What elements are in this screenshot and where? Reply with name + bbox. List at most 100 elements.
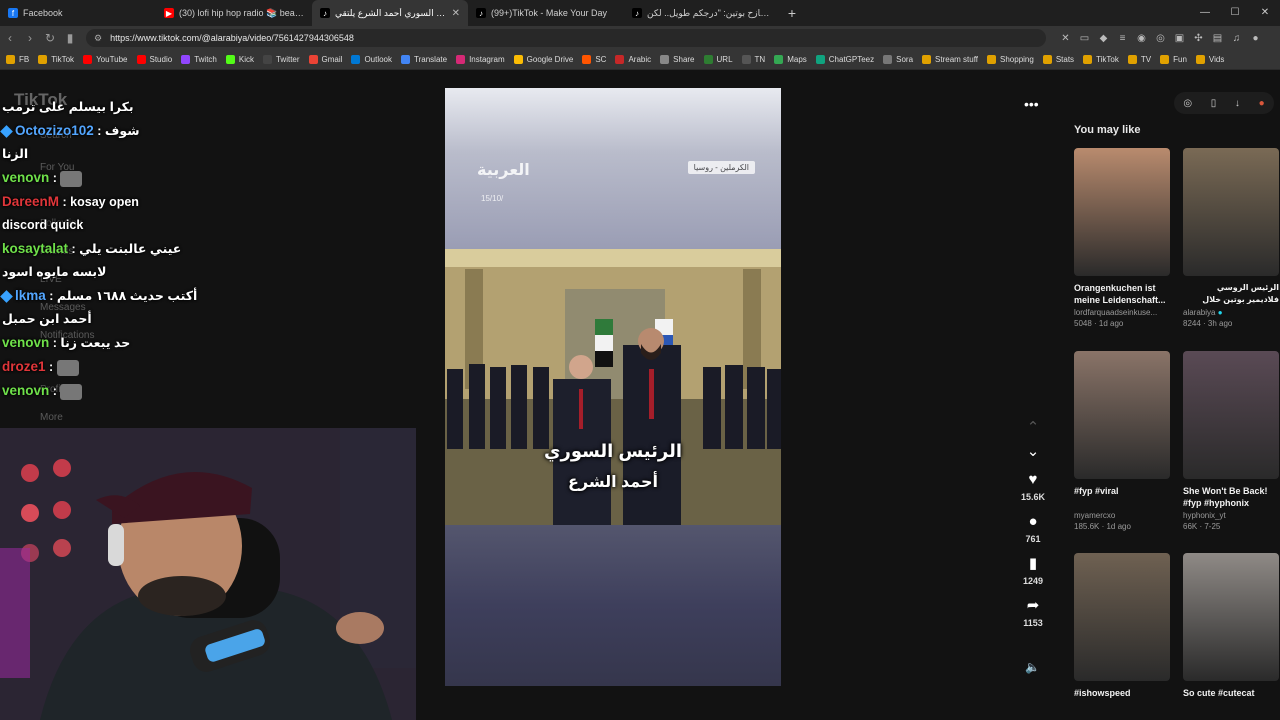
cast-icon[interactable]: ▭	[1075, 33, 1094, 44]
bookmark-item[interactable]: YouTube	[83, 55, 128, 64]
scroll-up-button[interactable]: ⌃	[1012, 420, 1054, 436]
bookmark-item[interactable]: Instagram	[456, 55, 505, 64]
card-user[interactable]: myamercxo	[1074, 511, 1170, 520]
sidebar-icon[interactable]: ▤	[1208, 33, 1227, 44]
forward-icon[interactable]: ›	[20, 31, 40, 45]
bookmark-favicon-icon	[1042, 55, 1052, 64]
close-window-icon[interactable]: ✕	[1250, 0, 1280, 26]
recommended-card[interactable]: She Won't Be Back! #fyp #hyphonix hyphon…	[1183, 351, 1279, 531]
brave-shield-icon[interactable]: ◆	[1094, 33, 1113, 44]
close-tab-icon[interactable]: ✕	[452, 8, 460, 19]
card-user[interactable]: hyphonix_yt	[1183, 511, 1279, 520]
recommended-card[interactable]: So cute #cutecat	[1183, 553, 1279, 711]
bookmark-item[interactable]: Gmail	[308, 55, 342, 64]
bookmark-item[interactable]: TN	[741, 55, 765, 64]
volume-icon[interactable]: 🔈	[1025, 660, 1040, 674]
bookmark-item[interactable]: TV	[1127, 55, 1151, 64]
bookmark-item[interactable]: Maps	[774, 55, 807, 64]
alarabiya-logo: العربية	[477, 162, 530, 179]
bookmark-item[interactable]: Translate	[401, 55, 447, 64]
chat-message: لابسه مايوه اسود	[2, 261, 202, 284]
extension-icon[interactable]: ▣	[1170, 33, 1189, 44]
bookmark-item[interactable]: Vids	[1195, 55, 1224, 64]
minimize-icon[interactable]: —	[1190, 0, 1220, 26]
video-thumbnail[interactable]	[1074, 351, 1170, 479]
bookmark-item[interactable]: Studio	[136, 55, 172, 64]
recommended-card[interactable]: الرئيس الروسي فلاديمير بوتين خلال لقائه …	[1183, 148, 1279, 328]
bookmark-item[interactable]: Twitch	[181, 55, 217, 64]
puzzle-icon[interactable]: ✣	[1189, 33, 1208, 44]
profile-avatar-icon[interactable]: ●	[1246, 33, 1265, 44]
bookmark-item[interactable]: Share	[660, 55, 695, 64]
browser-tab-active[interactable]: ♪ الرئيس السوري أحمد الشرع يلتقي ✕	[312, 0, 468, 26]
recommended-card[interactable]: #ishowspeed	[1074, 553, 1170, 711]
back-icon[interactable]: ‹	[0, 31, 20, 45]
bookmark-item[interactable]: Google Drive	[513, 55, 573, 64]
card-title: So cute #cutecat	[1183, 688, 1255, 698]
card-user[interactable]: alarabiya ●	[1183, 308, 1279, 317]
bookmark-item[interactable]: Shopping	[987, 55, 1034, 64]
bookmark-item[interactable]: Twitter	[262, 55, 300, 64]
address-bar[interactable]: ⚙ https://www.tiktok.com/@alarabiya/vide…	[86, 29, 1046, 47]
new-tab-button[interactable]: +	[780, 5, 804, 21]
save-button[interactable]: ▮ 1249	[1012, 556, 1054, 587]
video-thumbnail[interactable]	[1074, 148, 1170, 276]
video-thumbnail[interactable]	[1183, 553, 1279, 681]
media-icon[interactable]: ♫	[1227, 33, 1246, 44]
mute-icon[interactable]: ✕	[1056, 33, 1075, 44]
browser-tab[interactable]: ♪ (99+)TikTok - Make Your Day	[468, 0, 624, 26]
url-text: https://www.tiktok.com/@alarabiya/video/…	[110, 33, 354, 43]
heart-icon: ♥	[1028, 471, 1038, 488]
download-icon[interactable]: ↓	[1235, 98, 1240, 109]
sticker-emote-icon	[56, 359, 79, 376]
bookmark-label: Twitter	[275, 55, 300, 64]
recommended-card[interactable]: Orangenkuchen ist meine Leidenschaft... …	[1074, 148, 1170, 328]
menu-icon[interactable]: ≡	[1113, 33, 1132, 44]
reload-icon[interactable]: ↻	[40, 31, 60, 45]
bookmark-item[interactable]: Outlook	[351, 55, 392, 64]
compass-icon[interactable]: ◎	[1183, 98, 1192, 109]
maximize-icon[interactable]: ☐	[1220, 0, 1250, 26]
card-meta: 8244 · 3h ago	[1183, 319, 1233, 328]
bookmark-favicon-icon	[225, 55, 235, 64]
phone-icon[interactable]: ▯	[1211, 98, 1217, 109]
card-user[interactable]: lordfarquaadseinkuse...	[1074, 308, 1170, 317]
bookmark-item[interactable]: Sora	[883, 55, 913, 64]
bookmark-item[interactable]: SC	[582, 55, 606, 64]
extension-icon[interactable]: ◉	[1132, 33, 1151, 44]
bookmark-item[interactable]: TikTok	[38, 55, 74, 64]
more-options-icon[interactable]: •••	[1024, 96, 1039, 112]
window-controls: — ☐ ✕	[1190, 0, 1280, 26]
bookmark-item[interactable]: Fun	[1160, 55, 1187, 64]
video-thumbnail[interactable]	[1074, 553, 1170, 681]
facebook-icon: f	[8, 8, 18, 18]
video-thumbnail[interactable]	[1183, 351, 1279, 479]
bookmark-item[interactable]: Stats	[1042, 55, 1074, 64]
comment-button[interactable]: ● 761	[1012, 514, 1054, 545]
like-button[interactable]: ♥ 15.6K	[1012, 471, 1054, 503]
bookmark-item[interactable]: ChatGPTeez	[815, 55, 875, 64]
chat-text: لابسه مايوه اسود	[2, 265, 107, 279]
bookmark-item[interactable]: Arabic	[615, 55, 651, 64]
chat-message: droze1 :	[2, 355, 202, 379]
bookmark-item[interactable]: Kick	[225, 55, 254, 64]
nav-more[interactable]: More	[40, 412, 63, 423]
browser-tab[interactable]: f Facebook	[0, 0, 156, 26]
bookmark-item[interactable]: FB	[6, 55, 29, 64]
bookmark-item[interactable]: URL	[703, 55, 733, 64]
share-button[interactable]: ➦ 1153	[1012, 598, 1054, 629]
bookmark-icon[interactable]: ▮	[60, 31, 80, 45]
bookmark-label: ChatGPTeez	[828, 55, 875, 64]
extension-icon[interactable]: ◎	[1151, 33, 1170, 44]
video-player[interactable]: العربية 15/10/ الكرملين - روسيا الرئيس ا…	[445, 88, 781, 686]
avatar[interactable]: ●	[1259, 98, 1265, 109]
chat-message: Octozizo102 : شوف	[0, 119, 202, 143]
video-thumbnail[interactable]	[1183, 148, 1279, 276]
bookmark-item[interactable]: TikTok	[1083, 55, 1119, 64]
bookmark-item[interactable]: Stream stuff	[922, 55, 978, 64]
browser-tab[interactable]: ♪ الشرع يمازح بوتين: "درجكم طويل.. لكن	[624, 0, 780, 26]
site-info-icon[interactable]: ⚙	[94, 33, 102, 44]
recommended-card[interactable]: #fyp #viral myamercxo 185.6K · 1d ago	[1074, 351, 1170, 531]
scroll-down-button[interactable]: ⌄	[1012, 444, 1054, 460]
browser-tab[interactable]: ▶ (30) lofi hip hop radio 📚 beats t	[156, 0, 312, 26]
